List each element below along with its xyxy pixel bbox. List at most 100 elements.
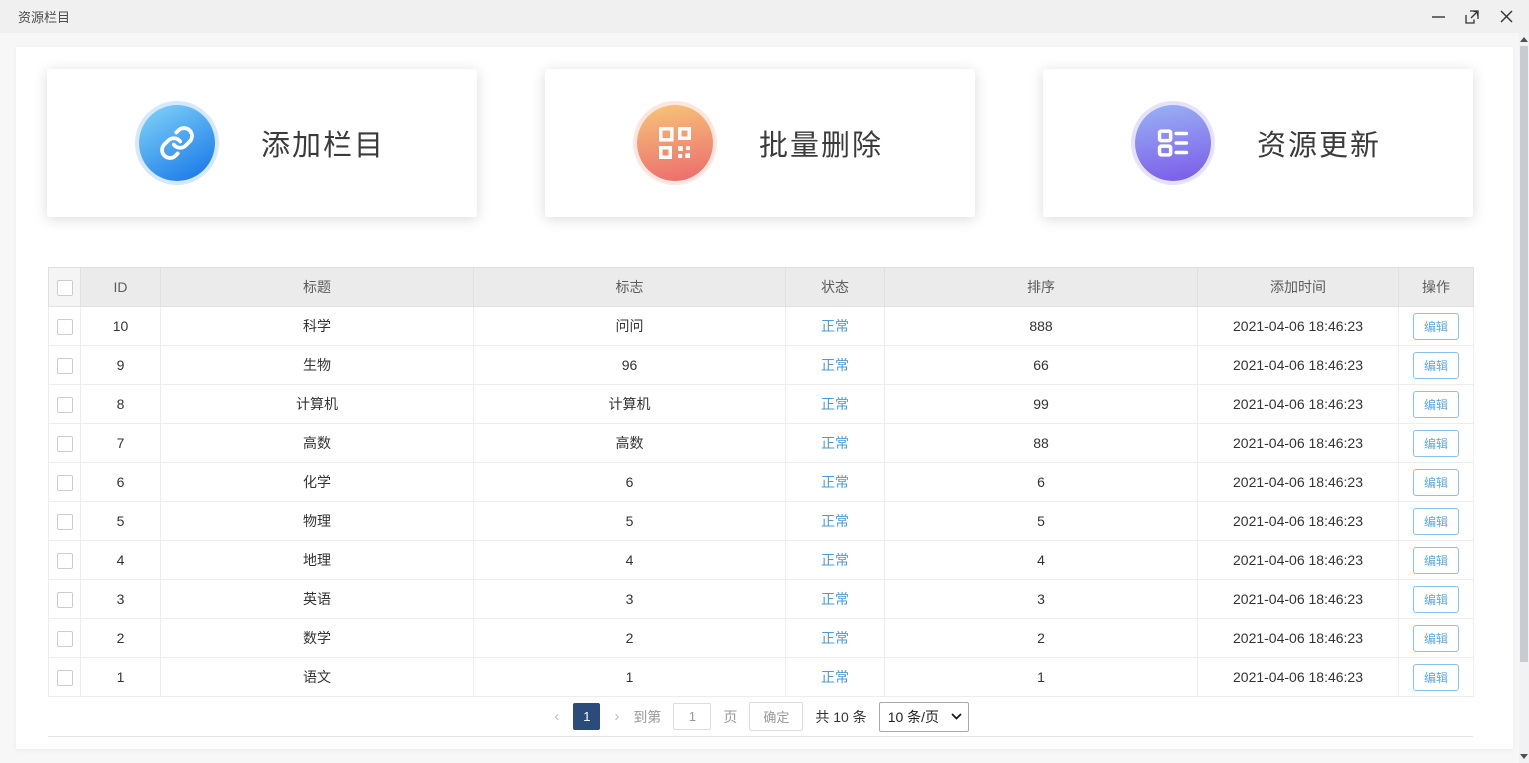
row-checkbox[interactable] xyxy=(57,514,73,530)
content-viewport: 添加栏目 批量删除 xyxy=(0,33,1529,763)
row-checkbox[interactable] xyxy=(57,475,73,491)
window-title: 资源栏目 xyxy=(18,7,70,26)
row-status-link[interactable]: 正常 xyxy=(821,474,849,490)
select-all-checkbox[interactable] xyxy=(57,280,73,296)
row-checkbox[interactable] xyxy=(57,670,73,686)
row-status-link[interactable]: 正常 xyxy=(821,357,849,373)
row-checkbox[interactable] xyxy=(57,358,73,374)
resource-update-card[interactable]: 资源更新 xyxy=(1043,69,1473,217)
row-checkbox[interactable] xyxy=(57,553,73,569)
link-icon xyxy=(139,105,215,181)
qr-code-icon xyxy=(637,105,713,181)
row-status-link[interactable]: 正常 xyxy=(821,396,849,412)
header-status: 状态 xyxy=(786,268,885,307)
table-row: 3英语3正常32021-04-06 18:46:23编辑 xyxy=(49,580,1474,619)
row-title: 语文 xyxy=(161,658,474,697)
edit-button[interactable]: 编辑 xyxy=(1413,430,1459,457)
table-row: 8计算机计算机正常992021-04-06 18:46:23编辑 xyxy=(49,385,1474,424)
row-id: 3 xyxy=(81,580,161,619)
minimize-button[interactable] xyxy=(1421,3,1455,31)
row-checkbox[interactable] xyxy=(57,592,73,608)
table-body: 10科学问问正常8882021-04-06 18:46:23编辑9生物96正常6… xyxy=(49,307,1474,697)
maximize-button[interactable] xyxy=(1455,3,1489,31)
row-checkbox[interactable] xyxy=(57,436,73,452)
row-sort: 888 xyxy=(885,307,1198,346)
current-page-button[interactable]: 1 xyxy=(573,703,600,730)
edit-button[interactable]: 编辑 xyxy=(1413,664,1459,691)
row-title: 科学 xyxy=(161,307,474,346)
close-button[interactable] xyxy=(1489,3,1523,31)
row-mark: 4 xyxy=(474,541,786,580)
row-id: 6 xyxy=(81,463,161,502)
window-controls xyxy=(1421,3,1523,31)
row-status-link[interactable]: 正常 xyxy=(821,513,849,529)
resource-table: ID 标题 标志 状态 排序 添加时间 操作 10科学问问正常8882021-0… xyxy=(48,267,1474,697)
batch-delete-label: 批量删除 xyxy=(759,122,883,164)
row-sort: 2 xyxy=(885,619,1198,658)
header-title: 标题 xyxy=(161,268,474,307)
row-id: 10 xyxy=(81,307,161,346)
next-page-chevron-icon[interactable]: › xyxy=(612,708,621,725)
row-title: 物理 xyxy=(161,502,474,541)
row-sort: 5 xyxy=(885,502,1198,541)
edit-button[interactable]: 编辑 xyxy=(1413,625,1459,652)
header-sort: 排序 xyxy=(885,268,1198,307)
edit-button[interactable]: 编辑 xyxy=(1413,469,1459,496)
row-sort: 66 xyxy=(885,346,1198,385)
edit-button[interactable]: 编辑 xyxy=(1413,586,1459,613)
row-sort: 88 xyxy=(885,424,1198,463)
row-sort: 3 xyxy=(885,580,1198,619)
edit-button[interactable]: 编辑 xyxy=(1413,313,1459,340)
edit-button[interactable]: 编辑 xyxy=(1413,391,1459,418)
row-status-link[interactable]: 正常 xyxy=(821,435,849,451)
row-title: 英语 xyxy=(161,580,474,619)
minimize-icon xyxy=(1432,10,1445,23)
row-mark: 96 xyxy=(474,346,786,385)
row-title: 高数 xyxy=(161,424,474,463)
row-title: 生物 xyxy=(161,346,474,385)
row-id: 5 xyxy=(81,502,161,541)
page-size-select[interactable]: 10 条/页 xyxy=(879,702,969,732)
row-checkbox[interactable] xyxy=(57,631,73,647)
row-title: 计算机 xyxy=(161,385,474,424)
header-mark: 标志 xyxy=(474,268,786,307)
row-checkbox[interactable] xyxy=(57,397,73,413)
row-checkbox[interactable] xyxy=(57,319,73,335)
table-row: 2数学2正常22021-04-06 18:46:23编辑 xyxy=(49,619,1474,658)
row-status-link[interactable]: 正常 xyxy=(821,318,849,334)
row-sort: 6 xyxy=(885,463,1198,502)
edit-button[interactable]: 编辑 xyxy=(1413,352,1459,379)
window-titlebar: 资源栏目 xyxy=(0,0,1529,33)
edit-button[interactable]: 编辑 xyxy=(1413,547,1459,574)
row-sort: 4 xyxy=(885,541,1198,580)
row-time: 2021-04-06 18:46:23 xyxy=(1198,658,1399,697)
row-time: 2021-04-06 18:46:23 xyxy=(1198,541,1399,580)
row-mark: 问问 xyxy=(474,307,786,346)
row-status-link[interactable]: 正常 xyxy=(821,591,849,607)
prev-page-chevron-icon[interactable]: ‹ xyxy=(552,708,561,725)
row-status-link[interactable]: 正常 xyxy=(821,669,849,685)
vertical-scrollbar[interactable] xyxy=(1519,33,1529,763)
row-sort: 1 xyxy=(885,658,1198,697)
row-status-link[interactable]: 正常 xyxy=(821,552,849,568)
row-id: 4 xyxy=(81,541,161,580)
row-mark: 1 xyxy=(474,658,786,697)
scrollbar-thumb[interactable] xyxy=(1520,46,1528,662)
confirm-button[interactable]: 确定 xyxy=(749,702,803,731)
row-mark: 6 xyxy=(474,463,786,502)
goto-page-input[interactable] xyxy=(673,703,711,730)
batch-delete-card[interactable]: 批量删除 xyxy=(545,69,975,217)
row-time: 2021-04-06 18:46:23 xyxy=(1198,463,1399,502)
table-row: 5物理5正常52021-04-06 18:46:23编辑 xyxy=(49,502,1474,541)
add-column-card[interactable]: 添加栏目 xyxy=(47,69,477,217)
row-mark: 2 xyxy=(474,619,786,658)
row-time: 2021-04-06 18:46:23 xyxy=(1198,346,1399,385)
row-time: 2021-04-06 18:46:23 xyxy=(1198,502,1399,541)
action-cards: 添加栏目 批量删除 xyxy=(16,47,1513,217)
edit-button[interactable]: 编辑 xyxy=(1413,508,1459,535)
list-detail-icon xyxy=(1135,105,1211,181)
scroll-up-arrow-icon[interactable] xyxy=(1520,37,1528,42)
row-status-link[interactable]: 正常 xyxy=(821,630,849,646)
scroll-down-arrow-icon[interactable] xyxy=(1520,754,1528,759)
total-count-label: 共 10 条 xyxy=(815,707,866,727)
